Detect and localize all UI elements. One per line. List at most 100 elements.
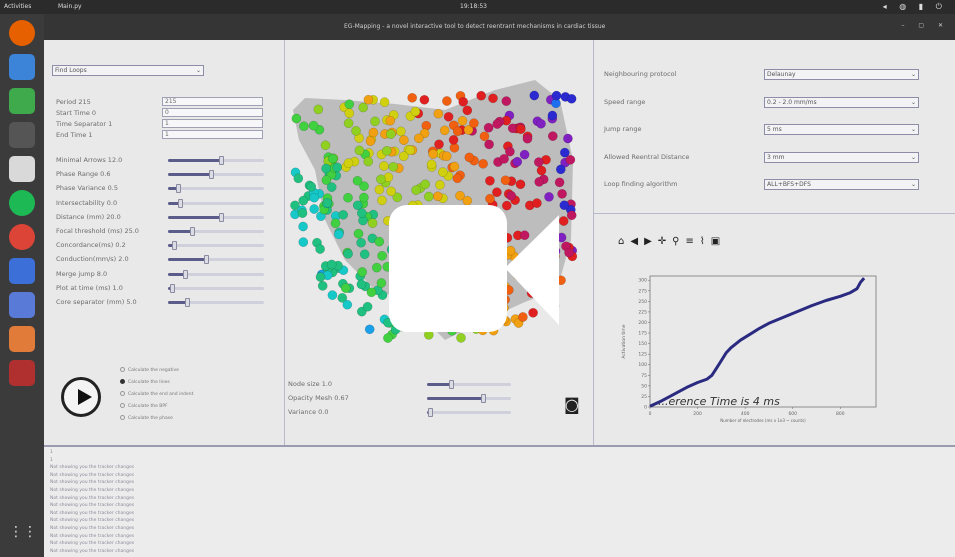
electrode-node[interactable] [449, 161, 460, 172]
window-controls[interactable]: – ▢ ✕ [901, 22, 949, 29]
electrode-node[interactable] [315, 272, 326, 282]
electrode-node[interactable] [483, 122, 494, 133]
electrode-node[interactable] [519, 149, 530, 160]
electrode-node[interactable] [309, 204, 320, 214]
electrode-node[interactable] [462, 105, 473, 116]
slider[interactable] [427, 380, 511, 389]
electrode-node[interactable] [435, 180, 445, 190]
slider-handle[interactable] [427, 408, 433, 417]
radio-dot[interactable] [120, 379, 125, 384]
electrode-node[interactable] [534, 177, 545, 187]
electrode-node[interactable] [291, 113, 302, 124]
electrode-node[interactable] [439, 125, 450, 136]
electrode-node[interactable] [484, 139, 494, 150]
electrode-node[interactable] [492, 187, 502, 198]
electrode-node[interactable] [485, 193, 495, 204]
electrode-node[interactable] [434, 139, 444, 150]
radio-dot[interactable] [120, 367, 125, 372]
electrode-node[interactable] [313, 104, 324, 115]
app-menu[interactable]: Main.py [58, 3, 82, 10]
electrode-node[interactable] [357, 267, 368, 277]
electrode-node[interactable] [344, 108, 355, 119]
console-output[interactable]: 1 1 Not showing you the tracker changes Not… [44, 445, 955, 557]
electrode-node[interactable] [457, 116, 468, 126]
electrode-node[interactable] [536, 118, 546, 129]
electrode-node[interactable] [383, 333, 393, 343]
electrode-node[interactable] [327, 153, 338, 164]
pan-icon[interactable]: ✛ [658, 236, 669, 247]
param-input[interactable]: 215 [162, 97, 263, 106]
param-input[interactable]: 0 [162, 108, 263, 117]
electrode-node[interactable] [396, 126, 406, 137]
electrode-node[interactable] [365, 136, 376, 146]
electrode-node[interactable] [469, 118, 479, 129]
electrode-node[interactable] [452, 173, 463, 184]
slider[interactable] [168, 212, 264, 222]
firefox-icon[interactable] [9, 20, 35, 46]
electrode-node[interactable] [317, 281, 328, 291]
slider[interactable] [427, 408, 511, 417]
app-grid-icon[interactable]: ⋮⋮ [9, 524, 37, 550]
electrode-node[interactable] [377, 195, 387, 206]
slider-handle[interactable] [169, 283, 175, 293]
electrode-node[interactable] [342, 299, 353, 310]
running-app-icon[interactable] [9, 360, 35, 386]
electrode-node[interactable] [515, 179, 526, 190]
electrode-node[interactable] [352, 175, 363, 186]
slider[interactable] [168, 156, 264, 165]
electrode-node[interactable] [381, 146, 392, 156]
electrode-node[interactable] [492, 119, 503, 129]
electrode-node[interactable] [379, 161, 389, 171]
editor-icon[interactable] [9, 258, 35, 284]
electrode-node[interactable] [371, 262, 382, 273]
setting-select[interactable]: 3 mm ⌄ [764, 151, 919, 163]
electrode-node[interactable] [388, 161, 399, 172]
electrode-node[interactable] [441, 151, 452, 162]
electrode-node[interactable] [330, 218, 341, 229]
slider-handle[interactable] [218, 212, 224, 222]
electrode-node[interactable] [501, 96, 512, 106]
slider-handle[interactable] [171, 241, 177, 251]
slider[interactable] [168, 298, 264, 307]
electrode-node[interactable] [452, 126, 463, 137]
electrode-node[interactable] [359, 192, 369, 203]
electrode-node[interactable] [533, 157, 544, 167]
electrode-node[interactable] [320, 140, 331, 151]
electrode-node[interactable] [559, 147, 570, 158]
electrode-node[interactable] [554, 177, 565, 188]
electrode-node[interactable] [327, 290, 338, 300]
slider-handle[interactable] [218, 156, 224, 165]
slider[interactable] [168, 255, 264, 265]
radio-option[interactable]: Calculate the BPF [120, 403, 168, 409]
video-camera-icon[interactable] [389, 205, 564, 332]
electrode-node[interactable] [478, 158, 488, 169]
electrode-node[interactable] [293, 173, 304, 184]
electrode-node[interactable] [298, 237, 309, 247]
slider-handle[interactable] [448, 380, 454, 389]
electrode-node[interactable] [362, 301, 373, 312]
electrode-node[interactable] [433, 108, 444, 119]
electrode-node[interactable] [564, 247, 574, 258]
electrode-node[interactable] [437, 167, 448, 177]
electrode-node[interactable] [563, 133, 573, 144]
electrode-node[interactable] [522, 133, 533, 144]
activation-plot[interactable]: 0 200 400 600 800 0 25 50 75 100 125 150 175 200 225 25… [610, 262, 890, 437]
setting-select[interactable]: 0.2 - 2.0 mm/ms ⌄ [764, 96, 919, 108]
electrode-node[interactable] [458, 96, 469, 107]
electrode-node[interactable] [426, 159, 437, 170]
electrode-node[interactable] [566, 210, 577, 221]
zoom-icon[interactable]: ⚲ [672, 236, 682, 247]
electrode-node[interactable] [297, 208, 308, 218]
electrode-node[interactable] [298, 195, 309, 206]
electrode-node[interactable] [499, 154, 509, 164]
electrode-node[interactable] [343, 158, 354, 168]
electrode-node[interactable] [368, 127, 379, 138]
lines-icon[interactable]: ⌇ [700, 236, 708, 247]
electrode-node[interactable] [512, 156, 523, 167]
electrode-node[interactable] [428, 149, 438, 159]
radio-dot[interactable] [120, 391, 125, 396]
electrode-node[interactable] [485, 175, 495, 186]
electrode-node[interactable] [423, 191, 434, 202]
electrode-node[interactable] [353, 228, 364, 239]
electrode-node[interactable] [547, 131, 558, 141]
